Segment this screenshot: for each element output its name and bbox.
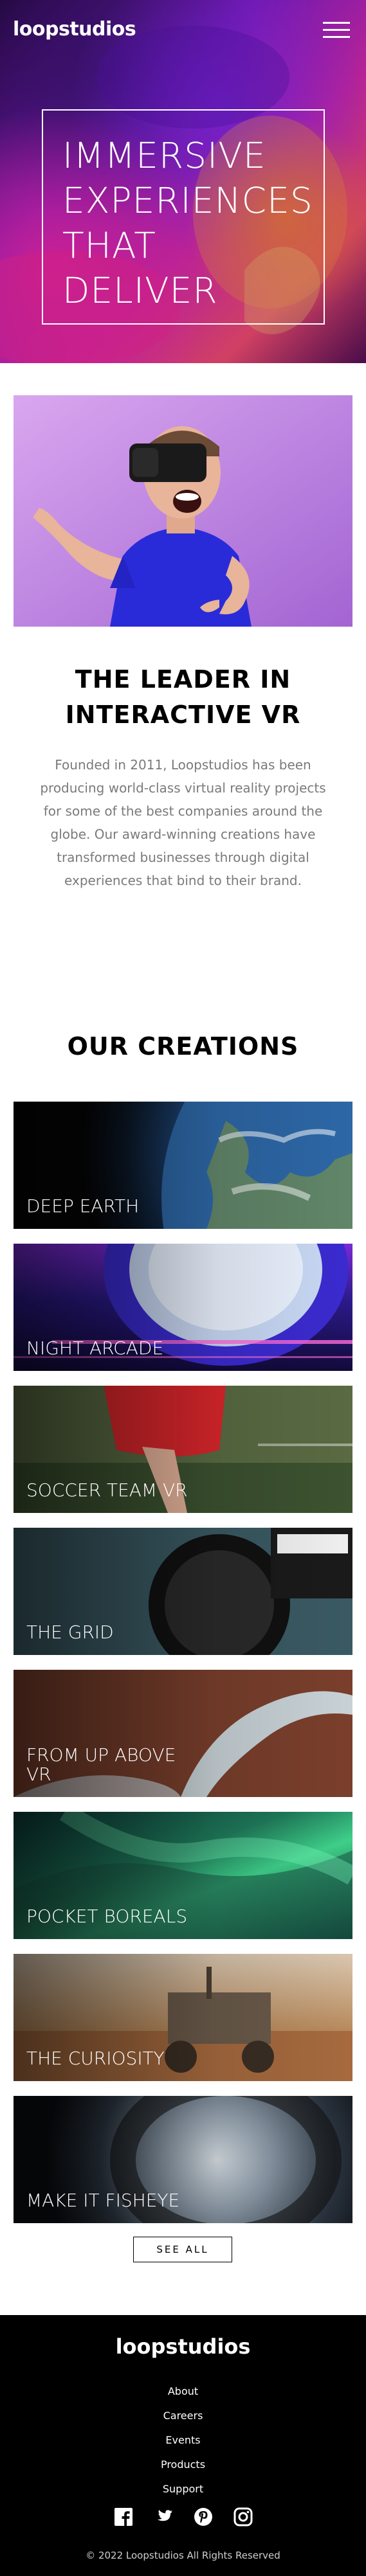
footer-link-events[interactable]: Events [0, 2428, 366, 2453]
creation-card-the-curiosity[interactable]: THE CURIOSITY [14, 1954, 352, 2081]
hero-title-box: IMMERSIVE EXPERIENCES THAT DELIVER [42, 109, 325, 325]
vr-person-illustration [14, 395, 352, 627]
see-all-button[interactable]: SEE ALL [133, 2237, 232, 2262]
intro-title: THE LEADER IN INTERACTIVE VR [65, 665, 301, 729]
hamburger-menu-icon[interactable] [323, 22, 350, 39]
creation-label: DEEP EARTH [26, 1195, 140, 1217]
footer-link-support[interactable]: Support [0, 2477, 366, 2501]
creation-card-deep-earth[interactable]: DEEP EARTH [14, 1102, 352, 1229]
logo[interactable]: loopstudios [13, 18, 136, 40]
instagram-icon[interactable] [233, 2507, 253, 2527]
hero-title: IMMERSIVE EXPERIENCES THAT DELIVER [62, 135, 313, 311]
pinterest-icon[interactable] [193, 2507, 214, 2527]
footer-nav: About Careers Events Products Support [0, 2379, 366, 2501]
copyright-text: © 2022 Loopstudios All Rights Reserved [86, 2550, 280, 2561]
facebook-icon[interactable] [113, 2507, 134, 2527]
creation-card-pocket-boreals[interactable]: POCKET BOREALS [14, 1812, 352, 1939]
footer: loopstudios About Careers Events Product… [0, 2315, 366, 2576]
creation-card-make-it-fisheye[interactable]: MAKE IT FISHEYE [14, 2096, 352, 2223]
creation-label: FROM UP ABOVE VR [26, 1744, 176, 1785]
creation-card-the-grid[interactable]: THE GRID [14, 1528, 352, 1655]
footer-link-about[interactable]: About [0, 2379, 366, 2404]
social-links [0, 2507, 366, 2532]
top-nav: loopstudios [0, 0, 366, 61]
creation-label: SOCCER TEAM VR [26, 1480, 188, 1501]
footer-logo[interactable]: loopstudios [0, 2334, 366, 2359]
creation-label: THE GRID [26, 1622, 114, 1643]
twitter-icon[interactable] [153, 2507, 174, 2527]
creation-card-night-arcade[interactable]: NIGHT ARCADE [14, 1244, 352, 1371]
creation-label: NIGHT ARCADE [26, 1337, 164, 1359]
footer-link-careers[interactable]: Careers [0, 2404, 366, 2428]
creations-title: OUR CREATIONS [67, 1032, 299, 1060]
hero-section: loopstudios IMMERSIVE EXPERIENCES THAT D… [0, 0, 366, 363]
intro-text: Founded in 2011, Loopstudios has been pr… [40, 757, 326, 888]
creation-label: MAKE IT FISHEYE [26, 2190, 180, 2211]
footer-link-products[interactable]: Products [0, 2453, 366, 2477]
intro-image [14, 395, 352, 627]
creation-label: THE CURIOSITY [26, 2048, 165, 2069]
creation-label: POCKET BOREALS [26, 1906, 188, 1927]
creation-card-soccer-team-vr[interactable]: SOCCER TEAM VR [14, 1386, 352, 1513]
creation-card-from-up-above-vr[interactable]: FROM UP ABOVE VR [14, 1670, 352, 1797]
